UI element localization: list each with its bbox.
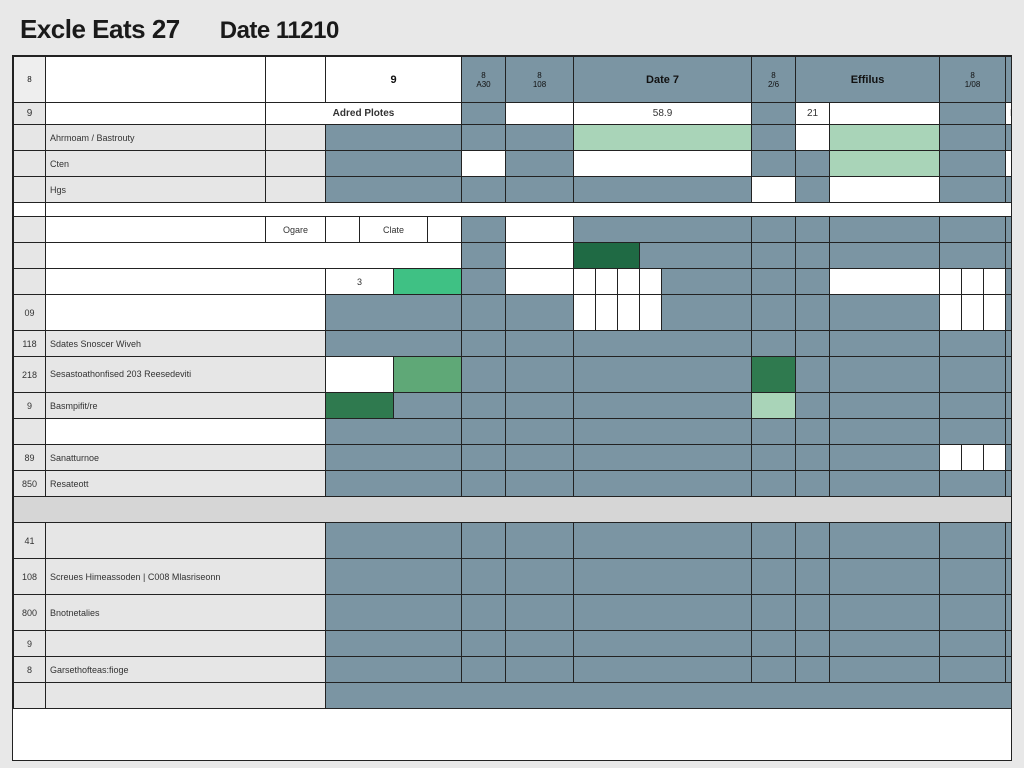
sheet-table[interactable]: 8 9 8A30 8108 Date 7 82/6 Effilus 81/08 …	[13, 56, 1012, 709]
row-number[interactable]: 108	[14, 559, 46, 595]
section-divider	[14, 497, 1013, 523]
row-number[interactable]: 41	[14, 523, 46, 559]
hdr-rownum[interactable]: 8	[14, 57, 46, 103]
row-number[interactable]: 09	[14, 295, 46, 331]
row-number[interactable]: 850	[14, 471, 46, 497]
row-label[interactable]: Garsethofteas:fioge	[46, 657, 326, 683]
row-number[interactable]: 9	[14, 631, 46, 657]
data-row: 9 Basmpifit/re	[14, 393, 1013, 419]
data-row: 8 Garsethofteas:fioge	[14, 657, 1013, 683]
sub-label-mid[interactable]: Adred Plotes	[266, 103, 462, 125]
data-row: 09	[14, 295, 1013, 331]
hdr-eff[interactable]: Effilus	[796, 57, 940, 103]
hdr-g3[interactable]: 82/6	[752, 57, 796, 103]
data-row: 89 Sanatturnoe	[14, 445, 1013, 471]
hdr-g2[interactable]: 8108	[506, 57, 574, 103]
data-row: Ahrmoam / Bastrouty	[14, 125, 1013, 151]
spreadsheet-grid[interactable]: 8 9 8A30 8108 Date 7 82/6 Effilus 81/08 …	[12, 55, 1012, 761]
data-row: 108 Screues Himeassoden | C008 Mlasriseo…	[14, 559, 1013, 595]
data-row: 3	[14, 269, 1013, 295]
row-number[interactable]: 9	[14, 393, 46, 419]
hdr-date[interactable]: Date 7	[574, 57, 752, 103]
data-row: 118 Sdates Snoscer Wiveh	[14, 331, 1013, 357]
hdr-g1[interactable]: 8A30	[462, 57, 506, 103]
sub-val2[interactable]: 21	[796, 103, 830, 125]
row-label[interactable]: Screues Himeassoden | C008 Mlasriseonn	[46, 559, 326, 595]
data-row: Cten	[14, 151, 1013, 177]
row-sublabel-b[interactable]: Clate	[360, 217, 428, 243]
data-row: 850 Resateott	[14, 471, 1013, 497]
row-number[interactable]: 218	[14, 357, 46, 393]
row-label[interactable]: Cten	[46, 151, 266, 177]
data-row: 800 Bnotnetalies	[14, 595, 1013, 631]
data-row	[14, 683, 1013, 709]
data-row: Ogare Clate	[14, 217, 1013, 243]
column-header-row: 8 9 8A30 8108 Date 7 82/6 Effilus 81/08 …	[14, 57, 1013, 103]
hdr-g5[interactable]: 38	[1006, 57, 1012, 103]
row-sublabel-a[interactable]: Ogare	[266, 217, 326, 243]
green-bar[interactable]	[394, 269, 462, 295]
subheader-row: 9 Adred Plotes 58.9 21 Neeitfen Predes 7	[14, 103, 1013, 125]
row-number[interactable]: 118	[14, 331, 46, 357]
sub-val3[interactable]: Neeitfen Predes 7	[1006, 103, 1012, 125]
data-row: Hgs	[14, 177, 1013, 203]
data-row: 9	[14, 631, 1013, 657]
row-label[interactable]: Sanatturnoe	[46, 445, 326, 471]
row-number[interactable]: 800	[14, 595, 46, 631]
row-label[interactable]: Sesastoathonfised 203 Reesedeviti	[46, 357, 326, 393]
row-label[interactable]: Resateott	[46, 471, 326, 497]
hdr-g4[interactable]: 81/08	[940, 57, 1006, 103]
row-label[interactable]: Sdates Snoscer Wiveh	[46, 331, 326, 357]
data-row	[14, 419, 1013, 445]
data-row	[14, 243, 1013, 269]
date-subtitle: Date 11210	[220, 17, 339, 45]
data-row: 218 Sesastoathonfised 203 Reesedeviti	[14, 357, 1013, 393]
hdr-blank-label[interactable]	[46, 57, 266, 103]
hdr-center[interactable]: 9	[326, 57, 462, 103]
sub-rownum[interactable]: 9	[14, 103, 46, 125]
title-bar: Excle Eats 27 Date 11210	[12, 8, 1012, 55]
data-row: 41	[14, 523, 1013, 559]
data-row	[14, 203, 1013, 217]
row-number[interactable]: 89	[14, 445, 46, 471]
row-label[interactable]: Hgs	[46, 177, 266, 203]
row-label[interactable]: Ahrmoam / Bastrouty	[46, 125, 266, 151]
sub-val1[interactable]: 58.9	[574, 103, 752, 125]
row-number[interactable]: 8	[14, 657, 46, 683]
app-title: Excle Eats 27	[20, 14, 180, 45]
row-label[interactable]: Bnotnetalies	[46, 595, 326, 631]
hdr-blank-sub[interactable]	[266, 57, 326, 103]
row-label[interactable]: Basmpifit/re	[46, 393, 326, 419]
